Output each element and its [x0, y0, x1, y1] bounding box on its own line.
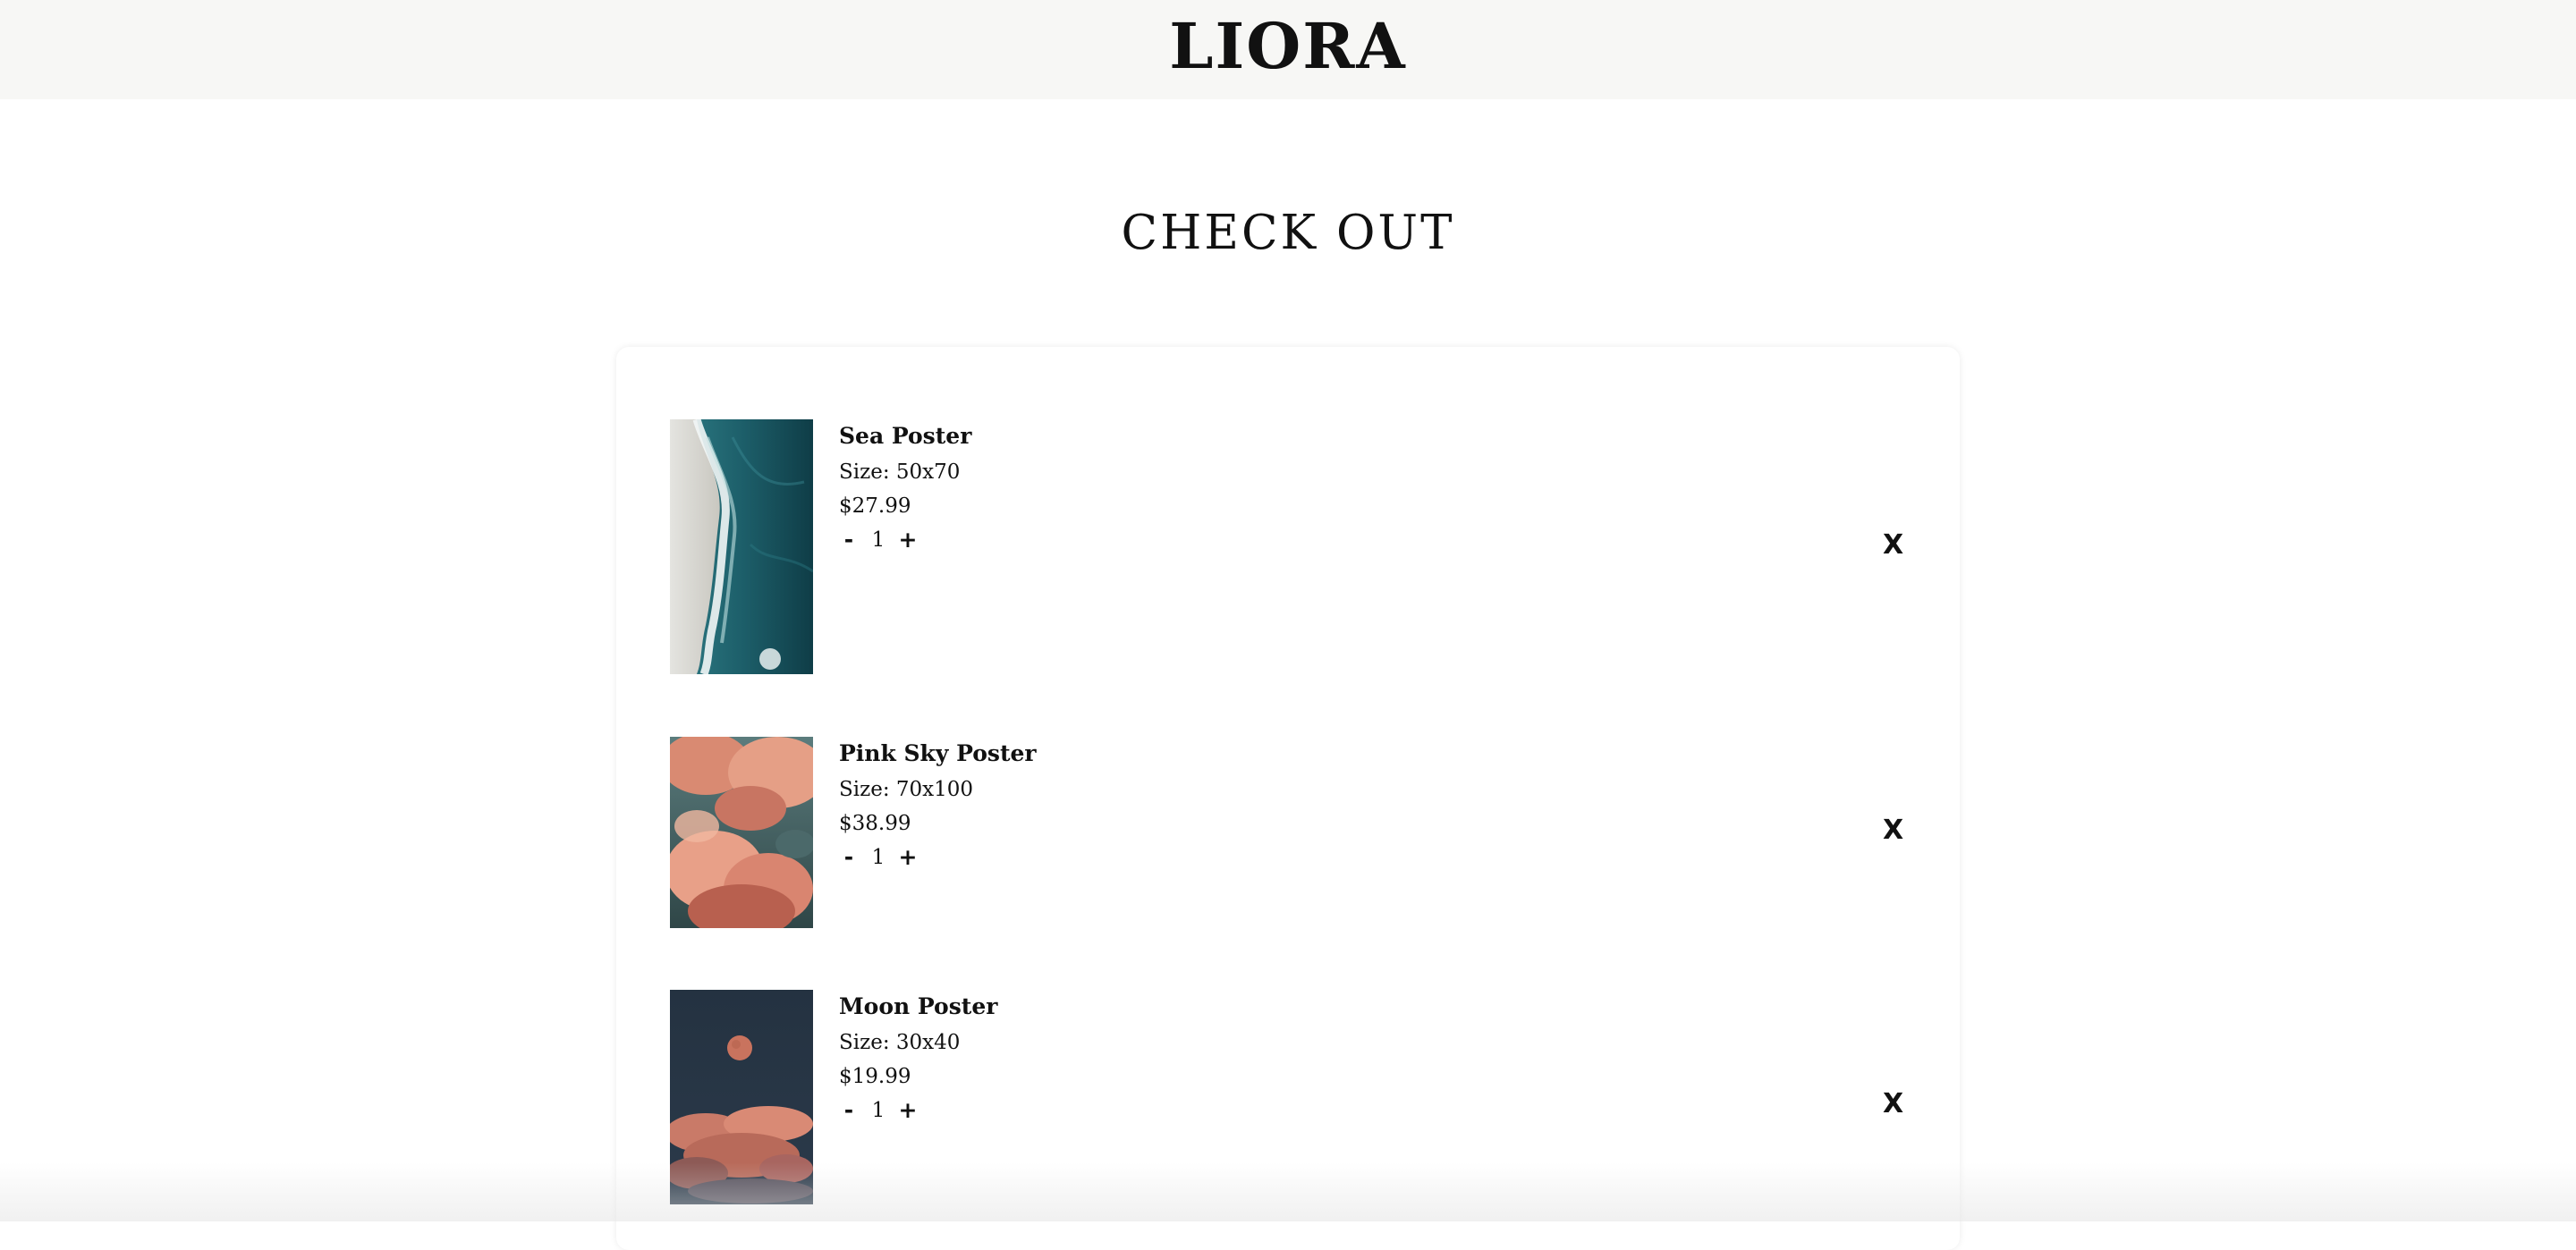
item-info: Sea Poster Size: 50x70 $27.99 - 1 +	[839, 419, 971, 553]
cart-panel: Sea Poster Size: 50x70 $27.99 - 1 + X Pi…	[616, 347, 1960, 1250]
item-info: Pink Sky Poster Size: 70x100 $38.99 - 1 …	[839, 737, 1037, 871]
remove-item-button[interactable]: X	[1883, 1089, 1903, 1119]
remove-item-button[interactable]: X	[1883, 530, 1903, 561]
moon-poster-image	[670, 990, 813, 1204]
item-size: Size: 50x70	[839, 460, 961, 484]
cart-item: Pink Sky Poster Size: 70x100 $38.99 - 1 …	[616, 737, 1960, 928]
brand-logo[interactable]: LIORA	[0, 9, 2576, 84]
sea-poster-image	[670, 419, 813, 674]
quantity-value: 1	[871, 1099, 886, 1122]
decrement-button[interactable]: -	[839, 1097, 859, 1124]
item-info: Moon Poster Size: 30x40 $19.99 - 1 +	[839, 990, 997, 1124]
item-price: $19.99	[839, 1065, 911, 1088]
quantity-value: 1	[871, 846, 886, 869]
cart-item: Moon Poster Size: 30x40 $19.99 - 1 + X	[616, 990, 1960, 1204]
remove-item-button[interactable]: X	[1883, 815, 1903, 846]
decrement-button[interactable]: -	[839, 527, 859, 553]
quantity-value: 1	[871, 528, 886, 552]
item-name[interactable]: Moon Poster	[839, 992, 997, 1022]
item-name[interactable]: Pink Sky Poster	[839, 739, 1037, 769]
increment-button[interactable]: +	[898, 1097, 918, 1124]
item-price: $38.99	[839, 812, 911, 835]
item-price: $27.99	[839, 494, 911, 518]
top-header: LIORA	[0, 0, 2576, 99]
quantity-stepper: - 1 +	[839, 527, 971, 553]
decrement-button[interactable]: -	[839, 844, 859, 871]
item-size: Size: 30x40	[839, 1031, 961, 1054]
quantity-stepper: - 1 +	[839, 1097, 997, 1124]
item-name[interactable]: Sea Poster	[839, 421, 971, 452]
increment-button[interactable]: +	[898, 527, 918, 553]
cart-item: Sea Poster Size: 50x70 $27.99 - 1 + X	[616, 419, 1960, 674]
item-size: Size: 70x100	[839, 778, 974, 801]
page-title: CHECK OUT	[1121, 206, 1455, 260]
increment-button[interactable]: +	[898, 844, 918, 871]
pink-sky-poster-image	[670, 737, 813, 928]
quantity-stepper: - 1 +	[839, 844, 1037, 871]
